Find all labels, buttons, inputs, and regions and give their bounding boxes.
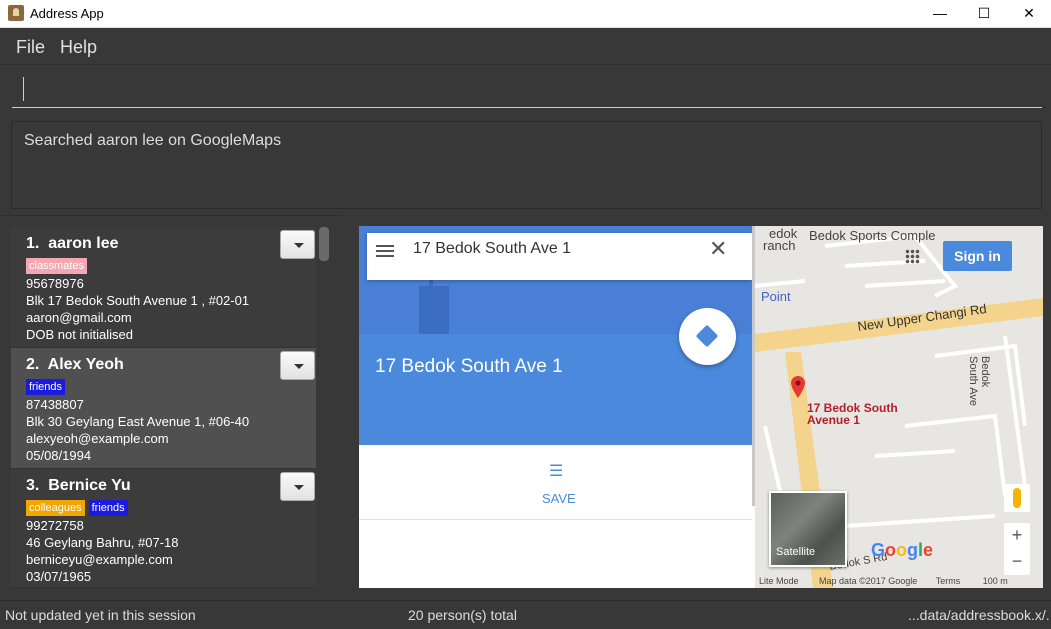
close-icon[interactable]: ✕ [709, 236, 727, 262]
close-button[interactable]: ✕ [1006, 0, 1051, 28]
tag: colleagues [26, 500, 85, 516]
person-dob: 05/08/1994 [26, 448, 92, 463]
person-email: aaron@gmail.com [26, 310, 132, 325]
apps-grid-icon[interactable] [905, 249, 920, 264]
menu-hamburger-icon[interactable] [376, 245, 394, 257]
zoom-in-button[interactable]: + [1004, 525, 1030, 546]
place-title: 17 Bedok South Ave 1 [375, 356, 563, 377]
person-card[interactable]: 1. aaron lee classmates 95678976 Blk 17 … [11, 227, 316, 348]
person-name: 1. aaron lee [26, 235, 119, 252]
person-phone: 87438807 [26, 397, 84, 412]
person-address: Blk 17 Bedok South Avenue 1 , #02-01 [26, 293, 250, 308]
sync-status: Not updated yet in this session [5, 607, 196, 623]
person-card[interactable]: 3. Bernice Yu colleagues friends 9927275… [11, 469, 316, 588]
person-address: Blk 30 Geylang East Avenue 1, #06-40 [26, 414, 250, 429]
sign-in-button[interactable]: Sign in [943, 241, 1012, 271]
divider [359, 519, 752, 520]
satellite-label: Satellite [776, 546, 816, 558]
person-dob: 03/07/1965 [26, 569, 92, 584]
tag-list: colleagues friends [26, 500, 128, 516]
total-count: 20 person(s) total [408, 607, 517, 623]
map-label: Bedok Sports Comple [809, 228, 936, 243]
map-search-input[interactable]: 17 Bedok South Ave 1 [413, 240, 571, 258]
map-data-text: Map data ©2017 Google [819, 576, 918, 586]
tag: friends [88, 500, 128, 516]
map-footer: Lite Mode Map data ©2017 Google Terms 10… [759, 576, 1043, 588]
person-dob: DOB not initialised [26, 327, 133, 342]
map-label: Bedok South Ave [967, 356, 991, 406]
lite-mode-link[interactable]: Lite Mode [759, 576, 799, 586]
maximize-button[interactable]: ☐ [961, 0, 1007, 28]
person-email: berniceyu@example.com [26, 552, 173, 567]
person-phone: 99272758 [26, 518, 84, 533]
minimize-button[interactable]: — [917, 0, 963, 28]
text-caret [23, 77, 24, 101]
list-scrollbar[interactable] [319, 227, 329, 261]
tag: friends [26, 379, 66, 395]
person-name: 3. Bernice Yu [26, 477, 131, 494]
chevron-down-icon[interactable] [280, 230, 315, 259]
panel-scrollbar[interactable] [752, 226, 755, 506]
scale-text: 100 m [982, 576, 1008, 586]
person-phone: 95678976 [26, 276, 84, 291]
map-label: Point [761, 289, 791, 304]
person-name: 2. Alex Yeoh [26, 356, 124, 373]
save-button[interactable]: SAVE [542, 491, 576, 506]
menu-bar [0, 28, 1051, 64]
chevron-down-icon[interactable] [280, 351, 315, 380]
person-card[interactable]: 2. Alex Yeoh friends 87438807 Blk 30 Gey… [11, 348, 316, 469]
tag-list: classmates [26, 258, 88, 274]
title-bar [0, 0, 1051, 28]
tag: classmates [26, 258, 88, 274]
result-text: Searched aaron lee on GoogleMaps [24, 132, 282, 149]
pin-label: 17 Bedok South Avenue 1 [807, 401, 898, 427]
map-pin-icon[interactable] [791, 376, 805, 398]
app-icon [8, 5, 24, 21]
map-label: ranch [763, 238, 796, 253]
street-view-pegman-icon[interactable] [1004, 484, 1030, 512]
browser-panel: Bedok Sports Comple edok ranch Point New… [359, 226, 1043, 588]
window-title: Address App [30, 6, 104, 21]
terms-link[interactable]: Terms [936, 576, 961, 586]
directions-icon[interactable] [679, 308, 736, 365]
zoom-out-button[interactable]: − [1004, 551, 1030, 572]
person-email: alexyeoh@example.com [26, 431, 169, 446]
google-logo: Google [871, 540, 934, 560]
tag-list: friends [26, 379, 66, 395]
save-location: ...data/addressbook.x/. [908, 607, 1050, 623]
save-list-icon[interactable]: ☰ [549, 464, 567, 480]
menu-file[interactable]: File [16, 37, 45, 58]
person-address: 46 Geylang Bahru, #07-18 [26, 535, 179, 550]
menu-help[interactable]: Help [60, 37, 97, 58]
chevron-down-icon[interactable] [280, 472, 315, 501]
command-input[interactable] [12, 72, 1042, 108]
